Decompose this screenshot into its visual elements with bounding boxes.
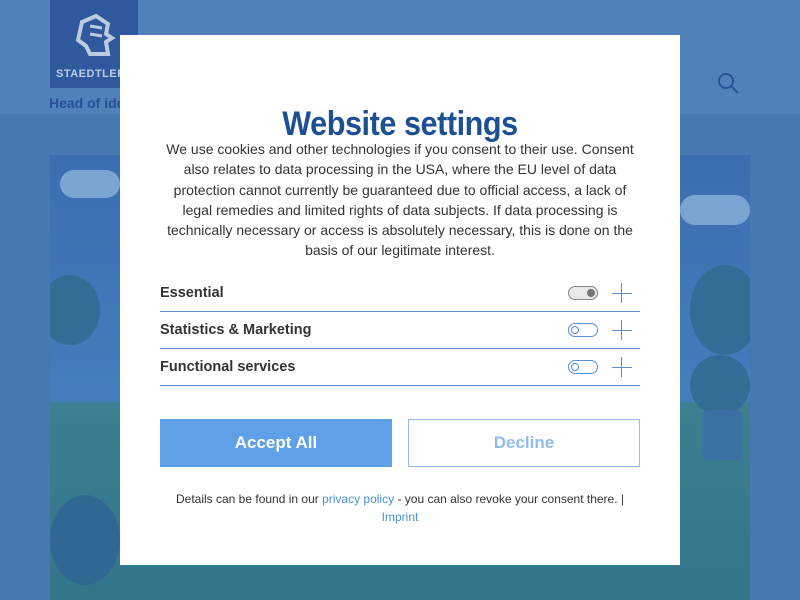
setting-label: Essential — [160, 285, 224, 301]
footer-text-prefix: Details can be found in our — [175, 492, 323, 506]
consent-footer: Details can be found in our privacy poli… — [160, 490, 640, 526]
setting-row-functional-services: Functional services — [160, 349, 640, 386]
setting-label: Functional services — [160, 359, 296, 375]
toggle-knob — [587, 289, 595, 297]
expand-plus-icon[interactable] — [612, 357, 632, 377]
accept-all-button[interactable]: Accept All — [160, 419, 392, 467]
functional-services-toggle[interactable] — [568, 360, 598, 374]
cookie-consent-dialog: Website settings We use cookies and othe… — [120, 35, 680, 565]
essential-toggle[interactable] — [568, 286, 598, 300]
setting-row-statistics-marketing: Statistics & Marketing — [160, 312, 640, 349]
imprint-link[interactable]: Imprint — [382, 510, 419, 524]
consent-settings-list: Essential Statistics & Marketing Functio… — [160, 275, 640, 386]
statistics-marketing-toggle[interactable] — [568, 323, 598, 337]
setting-row-essential: Essential — [160, 275, 640, 312]
privacy-policy-link[interactable]: privacy policy — [322, 492, 394, 506]
footer-text-suffix: - you can also revoke your consent there… — [394, 492, 625, 506]
toggle-knob — [571, 326, 579, 334]
consent-description: We use cookies and other technologies if… — [166, 141, 634, 259]
expand-plus-icon[interactable] — [612, 320, 632, 340]
setting-label: Statistics & Marketing — [160, 322, 312, 338]
toggle-knob — [571, 363, 579, 371]
decline-button[interactable]: Decline — [408, 419, 640, 467]
expand-plus-icon[interactable] — [612, 283, 632, 303]
